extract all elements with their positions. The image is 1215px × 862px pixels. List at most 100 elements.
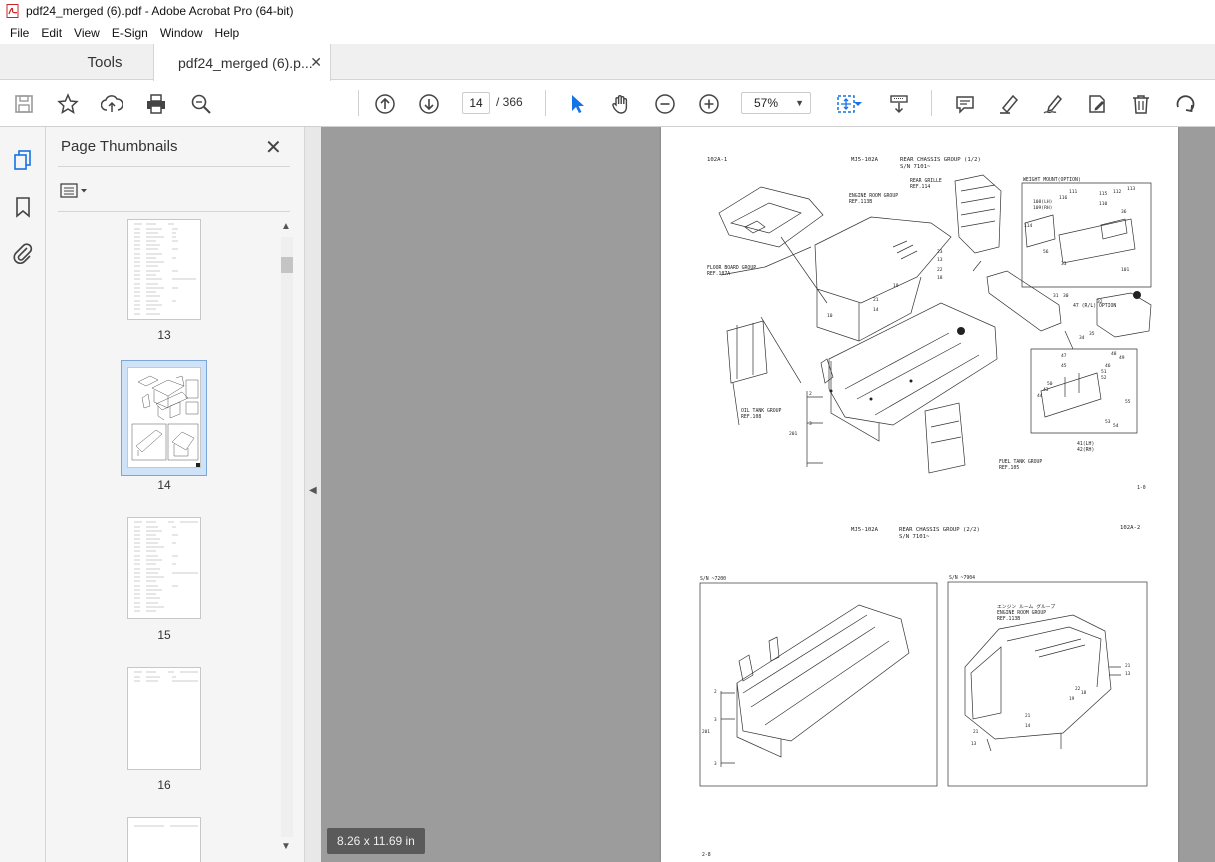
thumbnail-page-16[interactable] bbox=[127, 667, 201, 770]
menu-file[interactable]: File bbox=[4, 26, 35, 40]
label-floor-board: FLOOR BOARD GROUP bbox=[707, 265, 756, 271]
zoom-in-icon[interactable] bbox=[697, 92, 721, 116]
bookmark-star-icon[interactable] bbox=[56, 92, 80, 116]
panel-collapse-strip[interactable]: ◀ bbox=[304, 127, 321, 862]
page-header-sn: S/N 7101~ bbox=[900, 164, 931, 170]
label-rear-grille: REAR GRILLE bbox=[910, 178, 942, 184]
callout-30: 30 bbox=[1063, 293, 1069, 299]
callout-110: 110 bbox=[1099, 201, 1108, 207]
callout-14: 14 bbox=[873, 307, 879, 313]
callout-44: 44 bbox=[1037, 393, 1043, 399]
page-thumbnails-icon[interactable] bbox=[11, 148, 35, 172]
label-rear-grille-ref: REF.114 bbox=[910, 184, 930, 190]
edit-icon[interactable] bbox=[1085, 92, 1109, 116]
callout-109rh: 109(RH) bbox=[1033, 205, 1052, 211]
label-part-41: 41(LH) bbox=[1077, 441, 1094, 447]
callout-111: 111 bbox=[1069, 189, 1078, 195]
panel-close-icon[interactable]: ✕ bbox=[265, 135, 282, 160]
zoom-out-icon[interactable] bbox=[653, 92, 677, 116]
main-toolbar: 14 / 366 57% ▼ bbox=[0, 81, 1215, 127]
thumbnail-label-15: 15 bbox=[157, 628, 171, 642]
lower-callout-3: 3 bbox=[714, 717, 717, 723]
select-cursor-icon[interactable] bbox=[565, 92, 589, 116]
upload-icon[interactable] bbox=[100, 92, 124, 116]
thumbnail-page-17[interactable] bbox=[127, 817, 201, 862]
page-footer: 2-8 bbox=[702, 852, 711, 858]
callout-48: 48 bbox=[1111, 351, 1117, 357]
options-menu-icon bbox=[60, 183, 87, 198]
callout-201: 201 bbox=[789, 431, 798, 437]
scroll-up-arrow-icon[interactable]: ▲ bbox=[281, 221, 291, 232]
thumbnail-label-14: 14 bbox=[157, 478, 171, 492]
print-icon[interactable] bbox=[144, 92, 168, 116]
page-total: / 366 bbox=[496, 95, 523, 109]
thumbnail-page-13[interactable] bbox=[127, 219, 201, 320]
delete-icon[interactable] bbox=[1129, 92, 1153, 116]
scroll-mode-icon[interactable] bbox=[887, 92, 911, 116]
lower-callout-21: 21 bbox=[1125, 663, 1131, 669]
callout-45: 45 bbox=[1061, 363, 1067, 369]
box2-jp-label: エンジン ルーム グループ bbox=[997, 603, 1055, 610]
callout-43: 43 bbox=[1043, 387, 1049, 393]
document-page[interactable]: 102A-1 MJ5-102A REAR CHASSIS GROUP (1/2)… bbox=[661, 127, 1178, 862]
menu-help[interactable]: Help bbox=[209, 26, 246, 40]
callout-32: 32 bbox=[1097, 299, 1103, 305]
thumbnails-scrollbar[interactable]: ▲ ▼ bbox=[278, 219, 296, 859]
section2-sn: S/N 7101~ bbox=[899, 534, 930, 540]
label-fuel-tank-ref: REF.105 bbox=[999, 465, 1019, 471]
chevron-down-icon: ▼ bbox=[795, 98, 804, 108]
highlight-icon[interactable] bbox=[997, 92, 1021, 116]
scrollbar-thumb[interactable] bbox=[281, 257, 293, 273]
thumbnail-label-13: 13 bbox=[157, 328, 171, 342]
thumbnail-page-15[interactable] bbox=[127, 517, 201, 619]
callout-31: 31 bbox=[1053, 293, 1059, 299]
page-header-code: MJ5-102A bbox=[851, 157, 879, 163]
callout-23: 23 bbox=[937, 249, 943, 255]
lower-callout-14: 14 bbox=[1025, 723, 1031, 729]
menu-view[interactable]: View bbox=[68, 26, 106, 40]
bookmarks-icon[interactable] bbox=[11, 195, 35, 219]
menu-esign[interactable]: E-Sign bbox=[106, 26, 154, 40]
navigation-rail bbox=[0, 127, 46, 862]
rotate-icon[interactable] bbox=[1173, 92, 1197, 116]
page-up-icon[interactable] bbox=[373, 92, 397, 116]
zoom-level-value: 57% bbox=[754, 96, 779, 110]
callout-34: 34 bbox=[1079, 335, 1085, 341]
thumbnail-options-button[interactable] bbox=[60, 180, 96, 202]
page-down-icon[interactable] bbox=[417, 92, 441, 116]
hand-icon[interactable] bbox=[609, 92, 633, 116]
box2-ref: REF.113B bbox=[997, 616, 1020, 622]
callout-3: 3 bbox=[809, 421, 812, 427]
sign-icon[interactable] bbox=[1041, 92, 1065, 116]
zoom-search-icon[interactable] bbox=[189, 92, 213, 116]
scroll-down-arrow-icon[interactable]: ▼ bbox=[281, 841, 291, 852]
page-number-input[interactable]: 14 bbox=[462, 92, 490, 114]
box2-label: S/N ~7904 bbox=[949, 575, 975, 581]
tab-tools[interactable]: Tools bbox=[56, 44, 154, 80]
panel-title: Page Thumbnails bbox=[61, 138, 178, 155]
fit-page-chevron-icon[interactable] bbox=[852, 92, 864, 116]
comment-icon[interactable] bbox=[953, 92, 977, 116]
panel-divider bbox=[58, 211, 290, 212]
toolbar-separator bbox=[931, 90, 932, 116]
scrollbar-track[interactable] bbox=[281, 237, 293, 837]
callout-101: 101 bbox=[1121, 267, 1130, 273]
callout-113: 113 bbox=[1127, 186, 1136, 192]
thumbnail-page-14[interactable] bbox=[127, 367, 201, 468]
tab-close-icon[interactable]: ✕ bbox=[310, 54, 322, 71]
document-viewport[interactable]: 102A-1 MJ5-102A REAR CHASSIS GROUP (1/2)… bbox=[321, 127, 1215, 862]
tab-document[interactable]: pdf24_merged (6).p... ✕ bbox=[153, 44, 331, 81]
collapse-left-arrow-icon[interactable]: ◀ bbox=[309, 485, 317, 496]
save-icon[interactable] bbox=[12, 92, 36, 116]
zoom-level-select[interactable]: 57% ▼ bbox=[741, 92, 811, 114]
callout-47: 47 bbox=[1061, 353, 1067, 359]
menu-edit[interactable]: Edit bbox=[35, 26, 68, 40]
toolbar-separator bbox=[358, 90, 359, 116]
lower-callout-21b: 21 bbox=[1025, 713, 1031, 719]
exploded-drawing-upper bbox=[718, 174, 1152, 474]
window-title: pdf24_merged (6).pdf - Adobe Acrobat Pro… bbox=[26, 4, 294, 18]
tab-bar: Tools pdf24_merged (6).p... ✕ bbox=[0, 44, 1215, 81]
callout-112: 112 bbox=[1113, 189, 1122, 195]
menu-window[interactable]: Window bbox=[154, 26, 209, 40]
attachments-icon[interactable] bbox=[11, 241, 35, 265]
